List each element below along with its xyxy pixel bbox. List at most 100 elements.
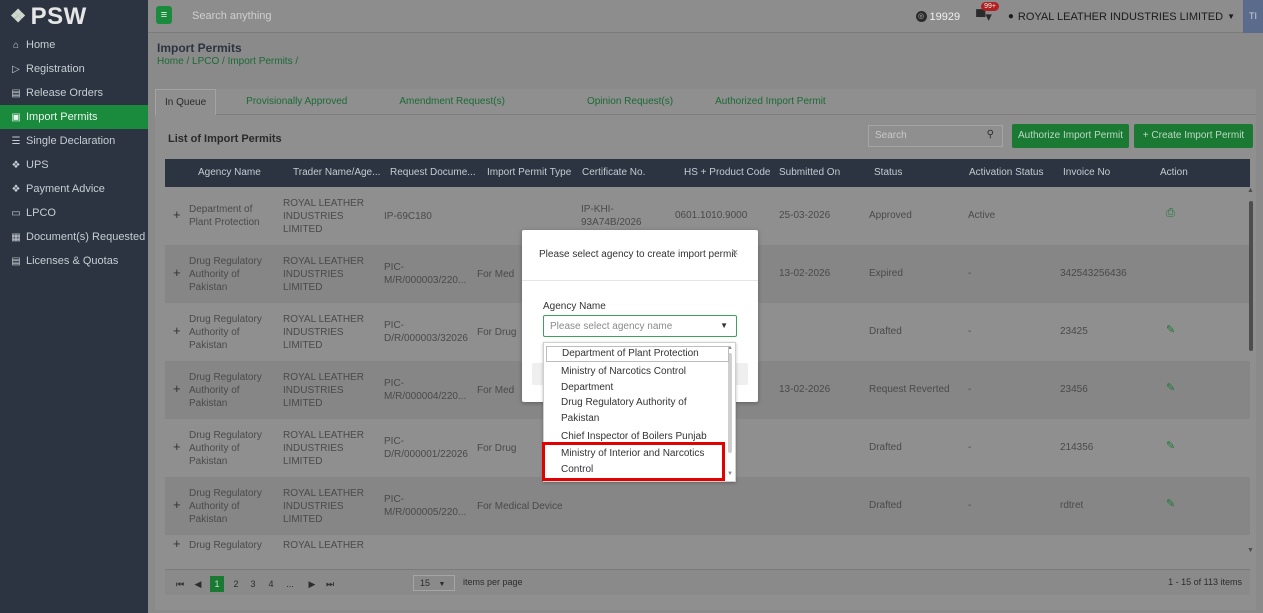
table-row[interactable]: + Drug Regulatory Authority of Pakistan ROYA… bbox=[165, 477, 1250, 535]
modal-title: Please select agency to create import pe… bbox=[539, 249, 737, 260]
request-document-cell: M/R/000005/220... bbox=[384, 507, 467, 518]
balance-indicator[interactable]: ◎ 19929 bbox=[915, 11, 960, 23]
agency-name-cell: Department of bbox=[189, 204, 253, 215]
dropdown-scrollbar-thumb[interactable] bbox=[728, 353, 732, 453]
expand-row-icon[interactable]: + bbox=[173, 497, 181, 512]
column-header[interactable]: HS + Product Code bbox=[684, 167, 770, 178]
column-header[interactable]: Action bbox=[1160, 167, 1188, 178]
psw-logo[interactable]: ❖ PSW bbox=[0, 0, 148, 33]
expand-row-icon[interactable]: + bbox=[173, 439, 181, 454]
sidebar-item-label: LPCO bbox=[26, 207, 56, 219]
edit-icon[interactable]: ✎ bbox=[1166, 323, 1175, 336]
import-permit-type-cell: For Medical Device bbox=[477, 501, 563, 512]
column-header[interactable]: Activation Status bbox=[969, 167, 1043, 178]
tab-opinion-requests[interactable]: Opinion Request(s) bbox=[587, 89, 673, 115]
import-permit-type-cell: For Drug bbox=[477, 327, 517, 338]
column-header[interactable]: Invoice No bbox=[1063, 167, 1110, 178]
trader-name-cell: LIMITED bbox=[283, 282, 323, 293]
edit-icon[interactable]: ✎ bbox=[1166, 439, 1175, 452]
sidebar-item-lpco[interactable]: ▭ LPCO bbox=[0, 201, 148, 225]
column-header[interactable]: Trader Name/Age... bbox=[293, 167, 380, 178]
trader-name-cell: LIMITED bbox=[283, 224, 323, 235]
items-per-page-select[interactable]: 15 ▼ bbox=[413, 575, 455, 591]
close-icon[interactable]: × bbox=[732, 247, 738, 259]
table-scrollbar[interactable]: ▲ ▼ bbox=[1247, 187, 1255, 556]
first-page-button[interactable]: ⏮ bbox=[173, 576, 187, 592]
sidebar-item-home[interactable]: ⌂ Home bbox=[0, 33, 148, 57]
scrollbar-thumb[interactable] bbox=[1249, 201, 1253, 351]
expand-row-icon[interactable]: + bbox=[173, 323, 181, 338]
create-import-permit-button[interactable]: + Create Import Permit bbox=[1134, 124, 1253, 148]
tab-amendment-requests[interactable]: Amendment Request(s) bbox=[399, 89, 505, 115]
request-document-cell: M/R/000004/220... bbox=[384, 391, 467, 402]
company-menu[interactable]: ● ROYAL LEATHER INDUSTRIES LIMITED ▼ bbox=[1008, 11, 1235, 23]
highlight-box bbox=[542, 442, 725, 481]
menu-toggle-button[interactable]: ≡ bbox=[156, 6, 172, 24]
column-header[interactable]: Agency Name bbox=[198, 167, 261, 178]
documents-requested-icon: ▦ bbox=[11, 231, 21, 243]
trader-name-cell: ROYAL LEATHER bbox=[283, 198, 364, 209]
trader-name-cell: INDUSTRIES bbox=[283, 501, 344, 512]
agency-name-select[interactable]: Please select agency name ▼ bbox=[543, 315, 737, 337]
sidebar-item-ups[interactable]: ❖ UPS bbox=[0, 153, 148, 177]
sidebar-item-payment-advice[interactable]: ❖ Payment Advice bbox=[0, 177, 148, 201]
sidebar-item-registration[interactable]: ▷ Registration bbox=[0, 57, 148, 81]
sidebar-item-import-permits[interactable]: ▣ Import Permits bbox=[0, 105, 148, 129]
more-pages-button[interactable]: ... bbox=[283, 576, 297, 592]
prev-page-button[interactable]: ◀ bbox=[191, 576, 205, 592]
tab-provisionally-approved[interactable]: Provisionally Approved bbox=[246, 89, 347, 115]
notifications-button[interactable]: ▀▾ 99+ bbox=[976, 1, 999, 25]
authorize-import-permit-button[interactable]: Authorize Import Permit bbox=[1012, 124, 1129, 148]
page-4-button[interactable]: 4 bbox=[264, 576, 278, 592]
avatar[interactable]: TI bbox=[1243, 0, 1263, 33]
scroll-up-icon[interactable]: ▲ bbox=[1247, 187, 1254, 194]
activation-status-cell: - bbox=[968, 442, 972, 453]
request-document-cell: D/R/000003/32026 bbox=[384, 333, 468, 344]
agency-option[interactable]: Ministry of Narcotics Control Department bbox=[544, 365, 728, 395]
sidebar-item-document-s-requested[interactable]: ▦ Document(s) Requested bbox=[0, 225, 148, 249]
agency-name-cell: Pakistan bbox=[189, 340, 228, 351]
tab-in-queue[interactable]: In Queue bbox=[155, 89, 217, 115]
column-header[interactable]: Certificate No. bbox=[582, 167, 645, 178]
scroll-down-icon[interactable]: ▼ bbox=[1247, 547, 1254, 554]
sidebar-item-release-orders[interactable]: ▤ Release Orders bbox=[0, 81, 148, 105]
table-row[interactable]: + Drug Regulatory ROYAL LEATHER bbox=[165, 535, 1250, 555]
page-3-button[interactable]: 3 bbox=[246, 576, 260, 592]
agency-name-cell: Authority of bbox=[189, 269, 240, 280]
column-header[interactable]: Submitted On bbox=[779, 167, 840, 178]
trader-name-cell: LIMITED bbox=[283, 340, 323, 351]
sidebar-item-single-declaration[interactable]: ☰ Single Declaration bbox=[0, 129, 148, 153]
column-header[interactable]: Status bbox=[874, 167, 902, 178]
global-search-input[interactable] bbox=[192, 8, 592, 24]
column-header[interactable]: Import Permit Type bbox=[487, 167, 571, 178]
edit-icon[interactable]: ✎ bbox=[1166, 497, 1175, 510]
column-header[interactable]: Request Docume... bbox=[390, 167, 476, 178]
page-2-button[interactable]: 2 bbox=[229, 576, 243, 592]
registration-icon: ▷ bbox=[12, 63, 20, 75]
agency-option[interactable]: Department of Plant Protection bbox=[546, 346, 729, 362]
expand-row-icon[interactable]: + bbox=[173, 536, 181, 551]
list-search[interactable]: ⚲ bbox=[868, 125, 1003, 147]
agency-name-cell: Pakistan bbox=[189, 398, 228, 409]
sidebar-item-licenses-quotas[interactable]: ▤ Licenses & Quotas bbox=[0, 249, 148, 273]
next-page-button[interactable]: ▶ bbox=[305, 576, 319, 592]
tab-authorized-import-permit[interactable]: Authorized Import Permit bbox=[715, 89, 826, 115]
expand-row-icon[interactable]: + bbox=[173, 381, 181, 396]
expand-row-icon[interactable]: + bbox=[173, 207, 181, 222]
status-cell: Expired bbox=[869, 268, 903, 279]
breadcrumb[interactable]: Home / LPCO / Import Permits / bbox=[157, 56, 298, 67]
trader-name-cell: LIMITED bbox=[283, 456, 323, 467]
page-1-button[interactable]: 1 bbox=[210, 576, 224, 592]
list-search-input[interactable] bbox=[875, 130, 975, 141]
request-document-cell: PIC- bbox=[384, 378, 404, 389]
agency-name-cell: Plant Protection bbox=[189, 217, 260, 228]
expand-row-icon[interactable]: + bbox=[173, 265, 181, 280]
last-page-button[interactable]: ⏭ bbox=[323, 576, 337, 592]
search-icon[interactable]: ⚲ bbox=[987, 129, 994, 140]
items-per-page-value: 15 bbox=[420, 578, 431, 588]
print-icon[interactable]: ⎙ bbox=[1166, 207, 1175, 220]
agency-option-label: Pakistan bbox=[561, 413, 600, 424]
edit-icon[interactable]: ✎ bbox=[1166, 381, 1175, 394]
agency-option[interactable]: Drug Regulatory Authority of Pakistan bbox=[544, 396, 728, 426]
activation-status-cell: - bbox=[968, 384, 972, 395]
